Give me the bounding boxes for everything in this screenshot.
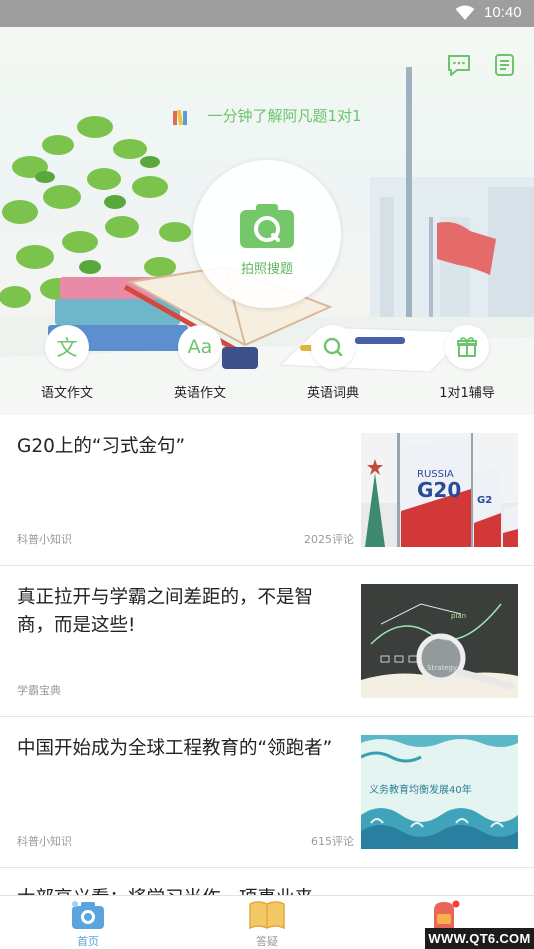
article-source: 科普小知识 [17,533,72,546]
backpack-icon [434,900,460,928]
svg-text:Strategy: Strategy [427,664,457,672]
list-item[interactable]: 中国开始成为全球工程教育的“领跑者” 科普小知识 615评论 义务教育均衡发展4… [0,717,534,868]
gift-icon [445,325,489,369]
nav-qa[interactable]: 答疑 [207,896,327,949]
shortcut-chinese-essay[interactable]: 文 语文作文 [17,325,117,401]
chat-icon[interactable] [446,52,472,78]
article-title: 中国开始成为全球工程教育的“领跑者” [17,738,333,759]
article-source: 学霸宝典 [17,684,61,697]
article-thumbnail: plan Strategy [361,584,518,698]
article-source: 科普小知识 [17,835,72,848]
wifi-icon [455,5,475,20]
shortcut-label: 英语作文 [173,386,226,401]
list-item[interactable]: G20上的“习式金句” 科普小知识 2025评论 RUSSIA G20 G2 [0,415,534,566]
intro-banner[interactable]: 一分钟了解阿凡题1对1 [0,105,534,126]
article-comments: 2025评论 [304,533,354,546]
svg-text:义务教育均衡发展40年: 义务教育均衡发展40年 [369,783,472,796]
shortcut-english-essay[interactable]: Aa 英语作文 [150,325,250,401]
wen-icon: 文 [45,325,89,369]
aa-icon: Aa [178,325,222,369]
site-watermark: WWW.QT6.COM [425,928,534,949]
camera-home-icon [72,901,104,929]
article-thumbnail: RUSSIA G20 G2 [361,433,518,547]
svg-text:plan: plan [451,612,466,620]
article-thumbnail: 义务教育均衡发展40年 [361,735,518,849]
status-bar: 10:40 [0,0,534,27]
banner-text: 一分钟了解阿凡题1对1 [207,107,362,125]
article-title: G20上的“习式金句” [17,436,186,457]
shortcut-english-dictionary[interactable]: 英语词典 [283,325,383,401]
nav-label: 答疑 [256,935,278,948]
nav-label: 首页 [77,935,99,948]
photo-search-button[interactable]: 拍照搜题 [193,160,341,308]
dictionary-search-icon [311,325,355,369]
notes-icon[interactable] [492,52,518,78]
article-comments: 615评论 [311,835,354,848]
svg-text:G20: G20 [417,478,461,502]
article-title: 真正拉开与学霸之间差距的，不是智商，而是这些! [17,587,314,636]
books-logo-icon [173,109,188,125]
hero-header: 一分钟了解阿凡题1对1 拍照搜题 文 语文作文 Aa 英语作文 英语词典 1对1… [0,27,534,415]
shortcut-tutoring[interactable]: 1对1辅导 [417,325,517,401]
list-item[interactable]: 真正拉开与学霸之间差距的，不是智商，而是这些! 学霸宝典 plan Strate… [0,566,534,717]
status-time: 10:40 [484,4,522,21]
nav-home[interactable]: 首页 [28,896,148,949]
shortcut-label: 1对1辅导 [439,386,495,401]
shortcut-label: 语文作文 [40,386,93,401]
photo-search-label: 拍照搜题 [240,262,293,277]
book-icon [249,901,285,930]
camera-icon [240,204,294,248]
svg-text:G2: G2 [477,495,492,506]
list-item-partial[interactable]: 大部高义看：将学习当作一项事业来 [0,868,534,898]
shortcut-label: 英语词典 [306,386,359,401]
